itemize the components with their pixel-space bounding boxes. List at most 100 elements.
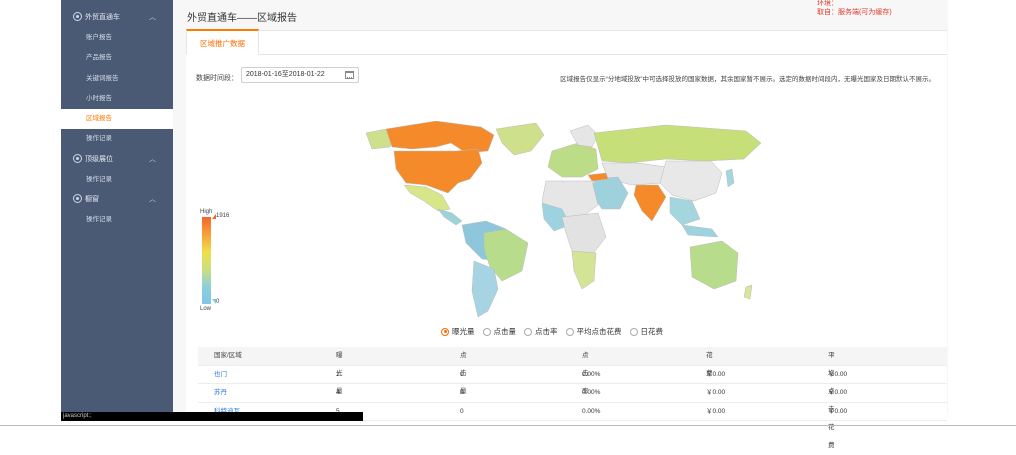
- source-line: 取自：服务端(可为缓存): [817, 9, 892, 16]
- sort-icon[interactable]: ⇵: [338, 347, 343, 365]
- sidebar-group-label: 顶级展位: [85, 155, 113, 163]
- cell-ctr: 0.00%: [582, 389, 601, 396]
- radio-label: 日花费: [640, 327, 664, 336]
- map-region-central-africa[interactable]: [561, 212, 607, 256]
- map-region-indonesia[interactable]: [681, 224, 719, 238]
- radio-clicks[interactable]: 点击量: [482, 326, 517, 337]
- cell-ctr: 0.00%: [582, 407, 601, 415]
- cell-spend: ￥0.00: [706, 370, 726, 378]
- page-title: 外贸直通车——区域报告: [187, 13, 297, 24]
- legend-min-value: 0: [216, 299, 220, 305]
- sidebar-group-top-booth[interactable]: 顶级展位 ︿: [61, 150, 173, 170]
- legend-low-label: Low: [200, 306, 212, 312]
- radio-label: 点击量: [493, 327, 517, 336]
- cell-spend: ￥0.00: [706, 407, 726, 415]
- chevron-up-icon: ︿: [149, 196, 156, 204]
- bottom-divider: [0, 425, 1016, 426]
- sidebar-group-showcase[interactable]: 橱窗 ︿: [61, 190, 173, 210]
- cell-impressions: 1: [336, 370, 340, 378]
- cell-avg-cpc: ￥0.00: [828, 389, 848, 396]
- map-region-canada[interactable]: [385, 121, 495, 154]
- table-row: 苏丹 4 0 0.00% ￥0.00 ￥0.00: [198, 384, 947, 403]
- map-region-australia[interactable]: [689, 240, 739, 290]
- environment-note: 环境： 取自：服务端(可为缓存): [817, 0, 892, 17]
- report-card: 区域推广数据 数据时间段： 2018-01-16至2018-01-22 区域报告…: [186, 29, 947, 449]
- chevron-up-icon: ︿: [149, 14, 156, 21]
- date-range-value: 2018-01-16至2018-01-22: [246, 71, 325, 78]
- sidebar-group-label: 橱窗: [85, 196, 99, 204]
- metric-radio-group: 曝光量 点击量 点击率 平均点击花费 日花费: [441, 326, 663, 337]
- radio-label: 曝光量: [452, 327, 475, 336]
- target-icon: [73, 194, 82, 204]
- radio-dot: [524, 327, 532, 336]
- radio-dot: [482, 327, 491, 336]
- cell-spend: ￥0.00: [706, 389, 726, 396]
- sidebar-item-region-report[interactable]: 区域报告: [61, 109, 173, 130]
- legend-high-label: High: [200, 209, 213, 215]
- map-region-japan[interactable]: [725, 168, 735, 188]
- table-row: 也门 1 0 0.00% ￥0.00 ￥0.00: [198, 366, 947, 384]
- radio-ctr[interactable]: 点击率: [524, 326, 558, 337]
- sidebar: 外贸直通车 ︿ 账户报告 产品报告 关键词报告 小时报告 区域报告 操作记录 顶级…: [61, 0, 173, 414]
- table-header-row: 国家/区域 曝光量 ⇵ 点击量 ⇵ 点击率 ⇵ 花费 ⇵ 平均点击花费 ⇵: [198, 347, 947, 449]
- radio-label: 平均点击花费: [576, 327, 622, 336]
- sidebar-group-p4p[interactable]: 外贸直通车 ︿: [61, 8, 173, 28]
- cell-clicks: 0: [460, 407, 464, 415]
- map-region-russia[interactable]: [593, 124, 762, 164]
- world-map[interactable]: [366, 121, 766, 321]
- sidebar-item-keyword-report[interactable]: 关键词报告: [61, 69, 173, 89]
- target-icon: [73, 153, 82, 163]
- target-icon: [73, 12, 82, 21]
- map-region-southern-africa[interactable]: [571, 250, 597, 290]
- calendar-icon[interactable]: [345, 71, 354, 79]
- sidebar-group-label: 外贸直通车: [85, 14, 120, 21]
- sidebar-item-top-booth-log[interactable]: 操作记录: [61, 170, 173, 190]
- sort-icon[interactable]: ⇵: [708, 347, 713, 365]
- map-region-greenland[interactable]: [495, 122, 545, 156]
- sidebar-item-hourly-report[interactable]: 小时报告: [61, 89, 173, 109]
- sidebar-item-account-report[interactable]: 账户报告: [61, 28, 173, 48]
- date-range-label: 数据时间段：: [196, 75, 238, 82]
- chevron-up-icon: ︿: [149, 155, 156, 163]
- status-bar-url: javascript:;: [61, 412, 363, 421]
- app-frame: 外贸直通车 ︿ 账户报告 产品报告 关键词报告 小时报告 区域报告 操作记录 顶级…: [61, 0, 948, 449]
- region-link[interactable]: 也门: [214, 366, 227, 384]
- sidebar-item-operation-log[interactable]: 操作记录: [61, 129, 173, 149]
- radio-dot: [629, 327, 638, 336]
- map-region-central-america[interactable]: [437, 208, 463, 226]
- legend-color-scale: [202, 217, 211, 304]
- map-region-new-zealand[interactable]: [743, 284, 753, 300]
- radio-label: 点击率: [535, 327, 558, 336]
- cell-avg-cpc: ￥0.00: [828, 407, 848, 415]
- sidebar-item-product-report[interactable]: 产品报告: [61, 48, 173, 68]
- region-notice: 区域报告仅显示“分地域投放”中可选择投放的国家数据，其余国家暂不展示。选定的数据…: [560, 76, 935, 83]
- region-link[interactable]: 苏丹: [214, 384, 227, 402]
- map-region-scandinavia[interactable]: [569, 124, 599, 148]
- legend-max-value: 1916: [216, 213, 230, 219]
- sort-icon[interactable]: ⇵: [462, 347, 467, 365]
- main-content: 外贸直通车——区域报告 区域推广数据 数据时间段： 2018-01-16至201…: [173, 0, 948, 449]
- radio-dot: [441, 327, 449, 336]
- cell-clicks: 0: [460, 370, 464, 378]
- tab-divider: [259, 54, 947, 55]
- cell-ctr: 0.00%: [582, 370, 601, 378]
- sort-icon[interactable]: ⇵: [830, 347, 835, 365]
- map-region-europe[interactable]: [547, 142, 599, 178]
- cell-impressions: 4: [336, 389, 340, 396]
- sidebar-item-showcase-log[interactable]: 操作记录: [61, 210, 173, 230]
- radio-daily-spend[interactable]: 日花费: [629, 326, 664, 337]
- map-region-china[interactable]: [659, 160, 723, 202]
- cell-avg-cpc: ￥0.00: [828, 370, 848, 378]
- map-region-south-america-south[interactable]: [471, 260, 499, 318]
- column-header-region: 国家/区域: [214, 352, 242, 359]
- date-range-picker[interactable]: 2018-01-16至2018-01-22: [241, 67, 359, 83]
- region-table: 国家/区域 曝光量 ⇵ 点击量 ⇵ 点击率 ⇵ 花费 ⇵ 平均点击花费 ⇵ 也门 1 0 …: [198, 347, 947, 449]
- radio-avg-cpc[interactable]: 平均点击花费: [565, 326, 622, 337]
- tab-region-data[interactable]: 区域推广数据: [186, 29, 259, 55]
- sort-icon[interactable]: ⇵: [584, 347, 589, 365]
- radio-impressions[interactable]: 曝光量: [441, 326, 475, 337]
- map-region-india[interactable]: [633, 184, 667, 222]
- map-region-southeast-asia[interactable]: [669, 196, 701, 226]
- cell-clicks: 0: [460, 389, 464, 396]
- radio-dot: [565, 327, 574, 336]
